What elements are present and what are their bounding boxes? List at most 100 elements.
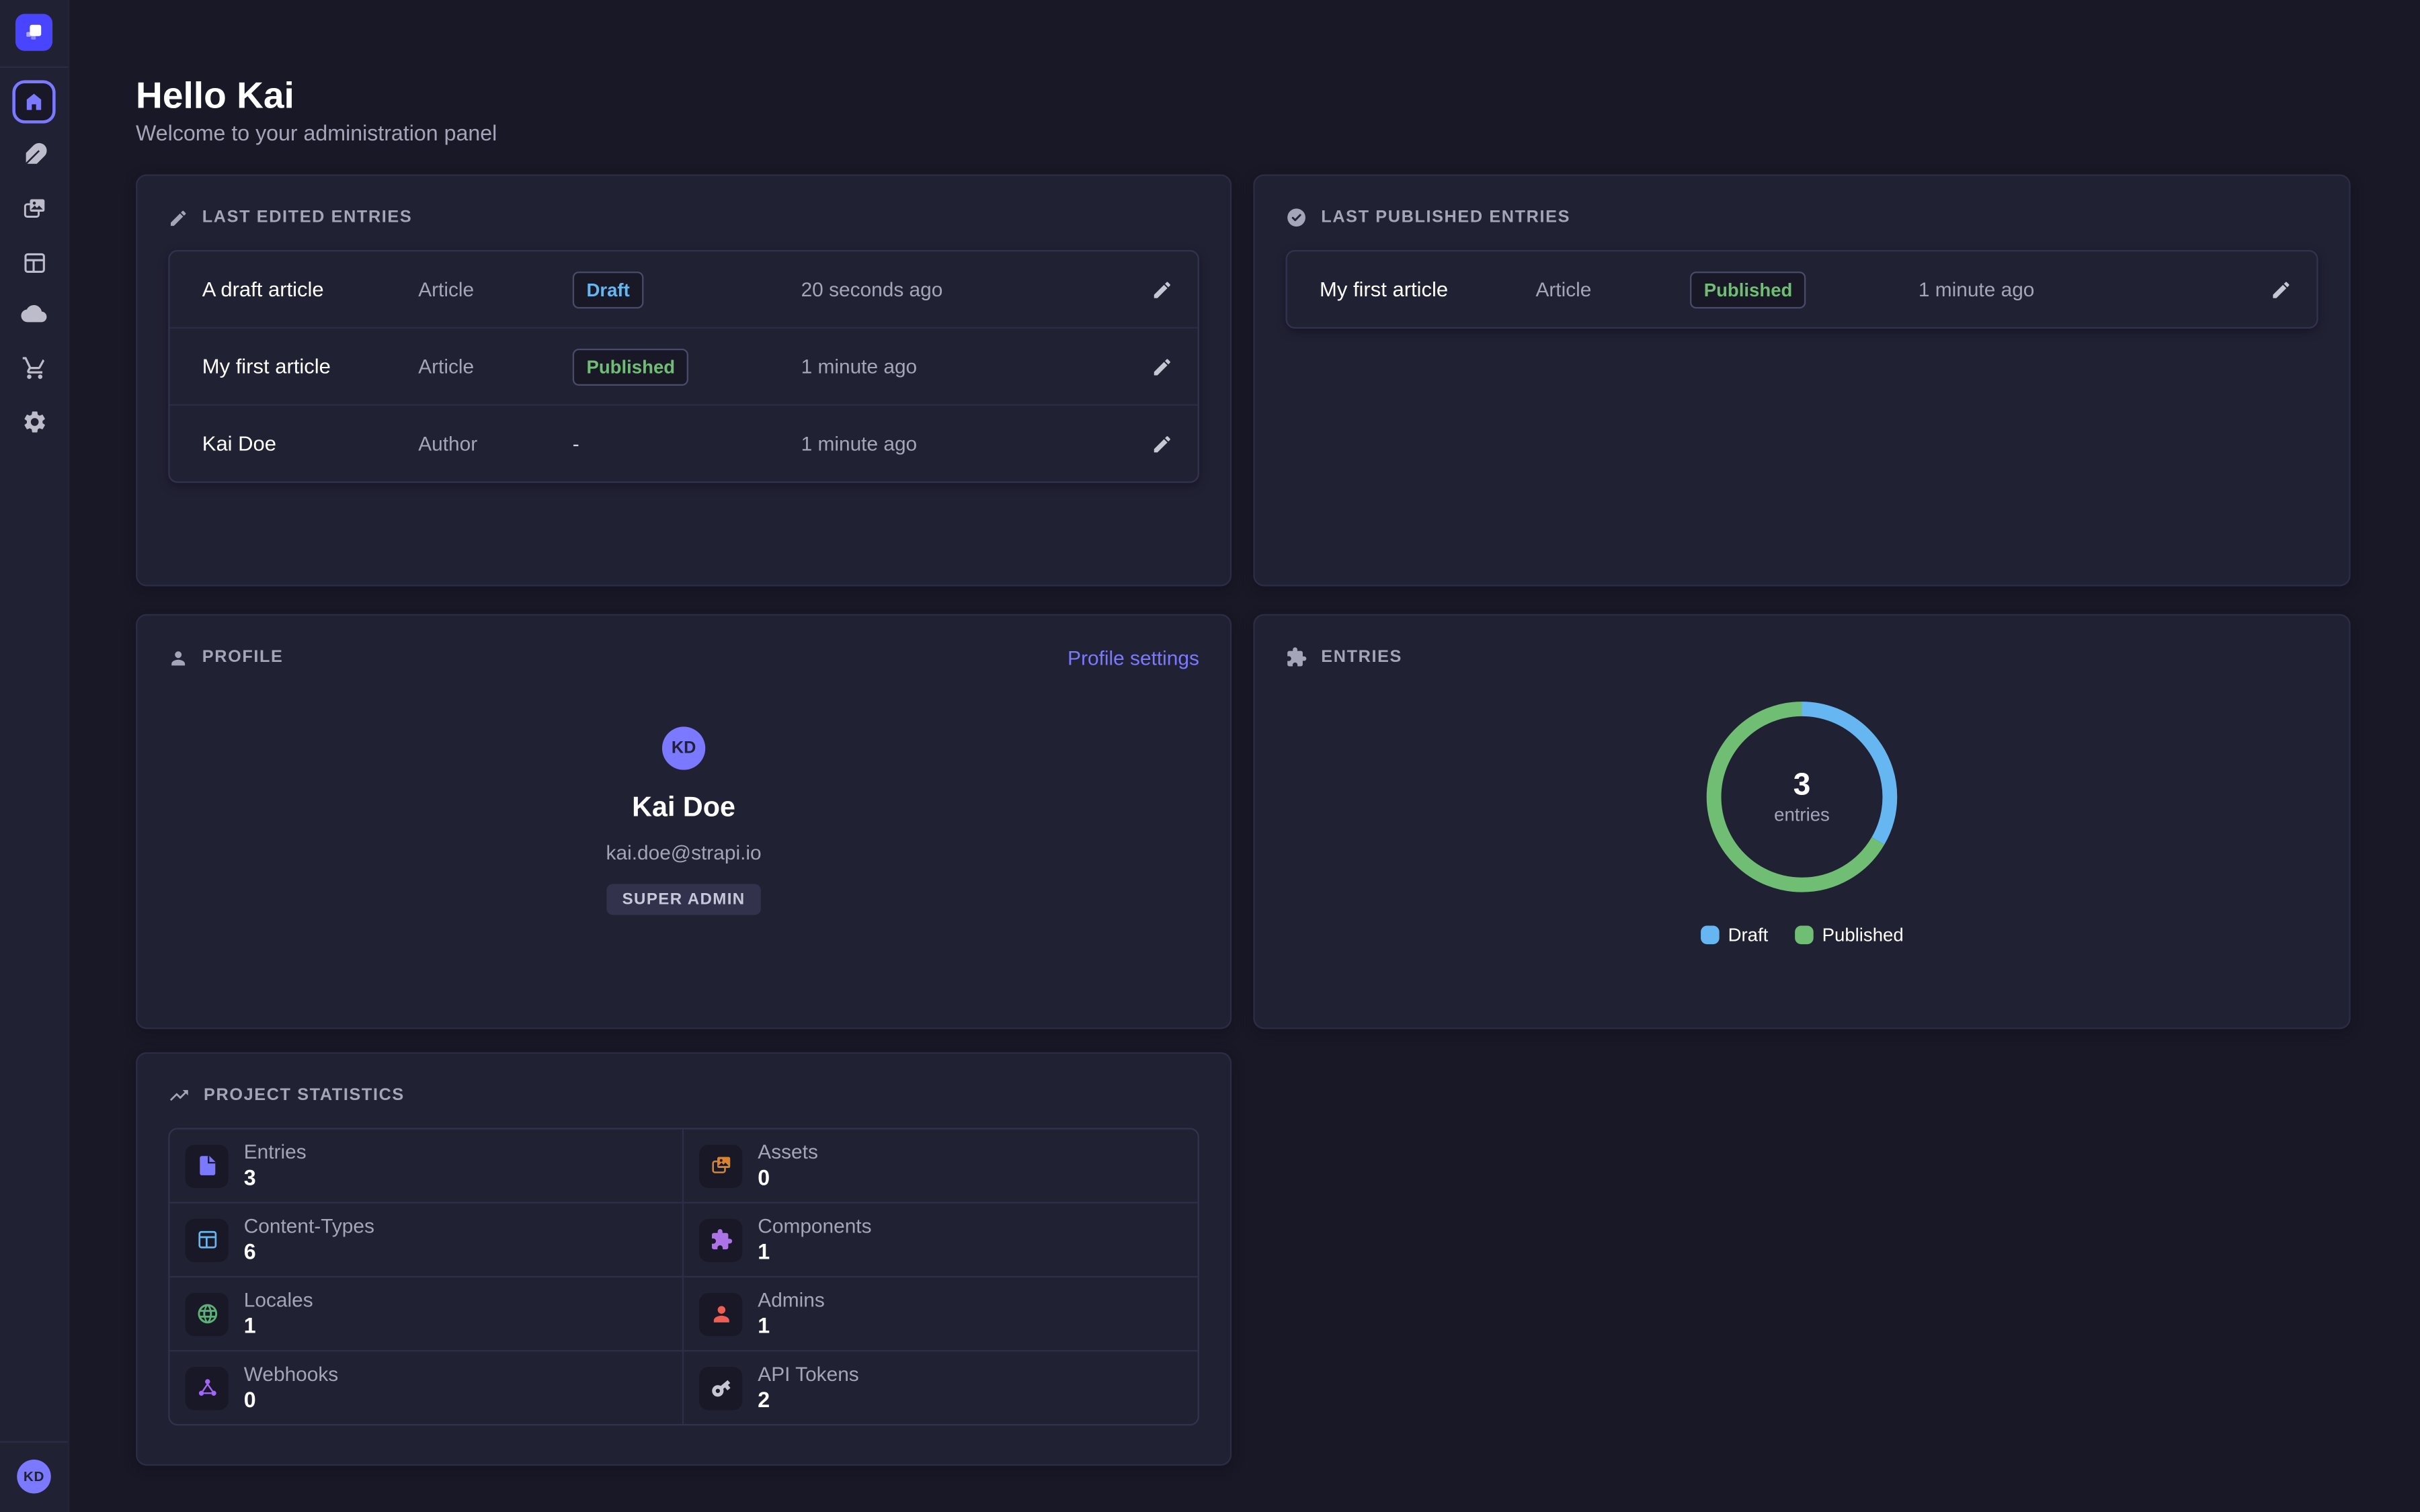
- file-icon: [195, 1154, 218, 1177]
- check-circle-icon: [1286, 207, 1307, 228]
- layout-icon: [21, 249, 47, 276]
- profile-name: Kai Doe: [632, 792, 735, 824]
- trending-up-icon: [168, 1085, 190, 1106]
- status-badge: Published: [573, 348, 689, 385]
- sidebar-item-deploy[interactable]: [12, 293, 55, 336]
- webhook-icon: [195, 1376, 218, 1399]
- sidebar-item-settings[interactable]: [12, 400, 55, 443]
- stat-value: 1: [758, 1313, 825, 1339]
- edit-entry-button[interactable]: [1152, 355, 1173, 377]
- last-edited-header: LAST EDITED ENTRIES: [168, 205, 1199, 230]
- entry-time: 1 minute ago: [801, 432, 1099, 455]
- table-row: My first article Article Published 1 min…: [170, 329, 1198, 406]
- donut-total-label: entries: [1774, 802, 1830, 827]
- sidebar-user-avatar[interactable]: KD: [17, 1460, 51, 1494]
- edit-entry-button[interactable]: [2270, 278, 2292, 300]
- stat-value: 0: [244, 1387, 338, 1413]
- stat-label: Components: [758, 1214, 871, 1239]
- table-row: My first article Article Published 1 min…: [1287, 251, 2316, 327]
- stat-label: Webhooks: [244, 1362, 338, 1387]
- stat-label: Content-Types: [244, 1214, 374, 1239]
- entry-type: Author: [418, 432, 573, 455]
- entry-time: 1 minute ago: [801, 355, 1099, 378]
- stat-label: Admins: [758, 1288, 825, 1313]
- stat-admins: Admins 1: [684, 1277, 1198, 1351]
- entries-panel: ENTRIES 3 entries Draft: [1253, 614, 2350, 1030]
- stat-content-types: Content-Types 6: [170, 1204, 684, 1277]
- stat-webhooks: Webhooks 0: [170, 1351, 684, 1424]
- entry-type: Article: [418, 355, 573, 378]
- entries-chart: 3 entries Draft Published: [1286, 669, 2318, 946]
- sidebar-item-media-library[interactable]: [12, 187, 55, 230]
- profile-header: PROFILE: [168, 645, 283, 670]
- stat-entries: Entries 3: [170, 1130, 684, 1204]
- entry-name: My first article: [1320, 278, 1535, 300]
- person-icon: [168, 647, 188, 667]
- avatar: KD: [662, 726, 705, 769]
- entry-name: A draft article: [202, 278, 418, 300]
- gear-icon: [21, 408, 47, 434]
- sidebar-item-content-type-builder[interactable]: [12, 241, 55, 284]
- donut-total: 3: [1793, 767, 1811, 802]
- strapi-logo[interactable]: [15, 14, 52, 51]
- sidebar-item-home[interactable]: [12, 80, 55, 123]
- edit-entry-button[interactable]: [1152, 278, 1173, 300]
- strapi-admin-dashboard: KD Hello Kai Welcome to your administrat…: [0, 0, 2420, 1512]
- globe-icon: [195, 1302, 218, 1325]
- legend-swatch-published: [1794, 926, 1813, 945]
- status-badge: Draft: [573, 271, 644, 308]
- entry-time: 1 minute ago: [1919, 278, 2218, 300]
- entries-header: ENTRIES: [1286, 645, 2318, 670]
- stat-label: Assets: [758, 1140, 818, 1165]
- entry-type: Article: [418, 278, 573, 300]
- stat-value: 1: [244, 1313, 313, 1339]
- role-badge: SUPER ADMIN: [607, 884, 761, 915]
- user-icon: [709, 1302, 732, 1325]
- profile-body: KD Kai Doe kai.doe@strapi.io SUPER ADMIN: [168, 669, 1199, 915]
- table-row: A draft article Article Draft 20 seconds…: [170, 251, 1198, 329]
- stat-value: 3: [244, 1165, 307, 1191]
- edit-entry-button[interactable]: [1152, 433, 1173, 454]
- legend-label: Draft: [1728, 924, 1769, 946]
- status-empty: -: [573, 432, 801, 455]
- project-statistics-header: PROJECT STATISTICS: [168, 1083, 1199, 1108]
- profile-email: kai.doe@strapi.io: [606, 841, 762, 864]
- legend-label: Published: [1822, 924, 1904, 946]
- project-statistics-panel: PROJECT STATISTICS Entries 3: [136, 1052, 1232, 1466]
- entry-time: 20 seconds ago: [801, 278, 1099, 300]
- cart-icon: [21, 354, 47, 380]
- last-edited-title: LAST EDITED ENTRIES: [202, 208, 413, 227]
- page-title: Hello Kai: [136, 76, 294, 119]
- last-published-entries-panel: LAST PUBLISHED ENTRIES My first article …: [1253, 174, 2350, 586]
- stat-value: 1: [758, 1239, 871, 1265]
- profile-settings-link[interactable]: Profile settings: [1067, 646, 1199, 669]
- last-published-header: LAST PUBLISHED ENTRIES: [1286, 205, 2318, 230]
- home-icon: [23, 91, 44, 112]
- stat-label: Entries: [244, 1140, 307, 1165]
- sidebar-item-content-manager[interactable]: [12, 132, 55, 175]
- sidebar-item-marketplace[interactable]: [12, 345, 55, 388]
- profile-title: PROFILE: [202, 648, 284, 667]
- pencil-icon: [1152, 355, 1173, 377]
- stat-components: Components 1: [684, 1204, 1198, 1277]
- stat-assets: Assets 0: [684, 1130, 1198, 1204]
- sidebar-divider-bottom: [0, 1441, 68, 1442]
- image-icon: [709, 1154, 732, 1177]
- chart-legend: Draft Published: [1700, 924, 1903, 946]
- key-icon: [709, 1376, 732, 1399]
- pencil-icon: [168, 208, 188, 228]
- entry-name: Kai Doe: [202, 432, 418, 455]
- sidebar: KD: [0, 0, 69, 1512]
- strapi-logo-icon: [22, 20, 46, 45]
- stats-grid: Entries 3 Assets 0: [168, 1128, 1199, 1425]
- stat-api-tokens: API Tokens 2: [684, 1351, 1198, 1424]
- last-edited-table: A draft article Article Draft 20 seconds…: [168, 250, 1199, 483]
- legend-item-published: Published: [1794, 924, 1903, 946]
- pencil-icon: [1152, 278, 1173, 300]
- stat-value: 2: [758, 1387, 858, 1413]
- stat-label: Locales: [244, 1288, 313, 1313]
- feather-icon: [21, 141, 47, 167]
- cloud-icon: [20, 301, 48, 329]
- layout-icon: [195, 1228, 218, 1251]
- entries-title: ENTRIES: [1321, 648, 1402, 667]
